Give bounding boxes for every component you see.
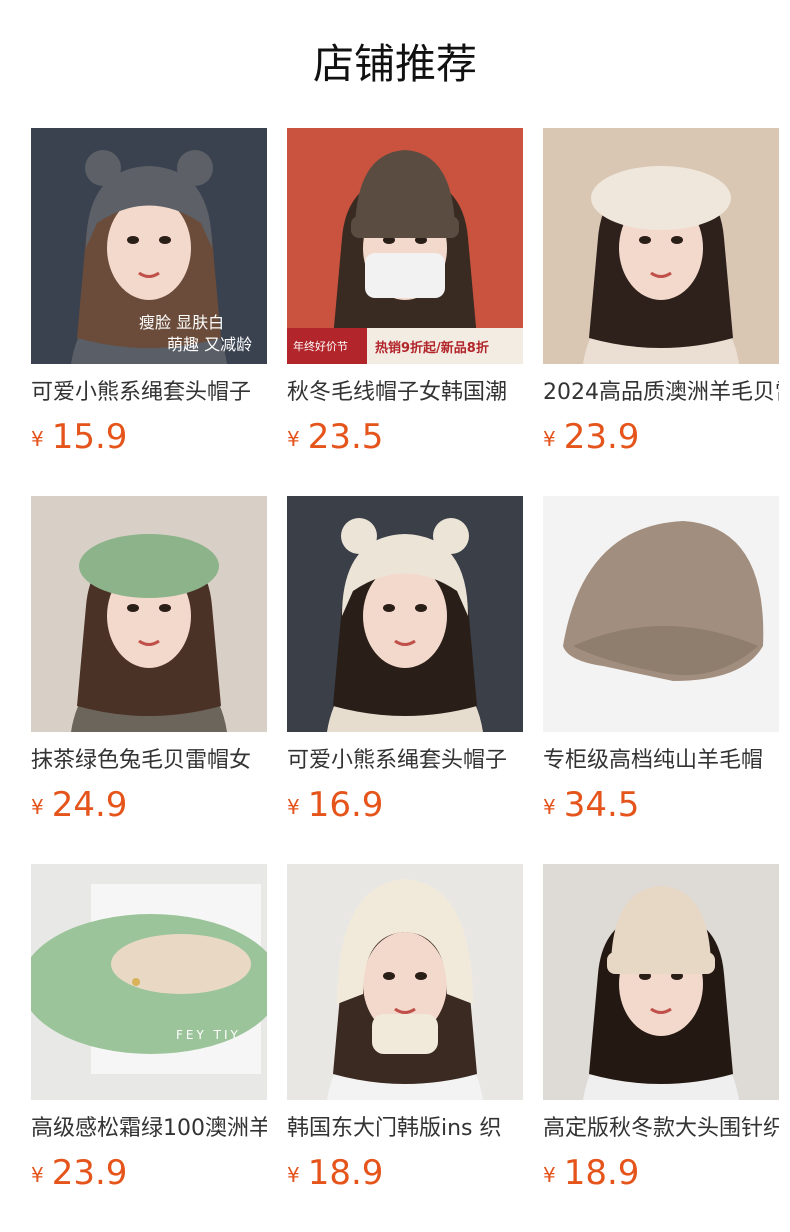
product-price: ¥15.9 (31, 415, 127, 459)
product-image[interactable] (287, 496, 523, 732)
currency-symbol: ¥ (543, 427, 556, 451)
product-price: ¥24.9 (31, 783, 127, 827)
product-price: ¥23.5 (287, 415, 383, 459)
svg-text:瘦脸 显肤白: 瘦脸 显肤白 (139, 313, 224, 332)
product-name[interactable]: 高定版秋冬款大头围针织 (543, 1113, 779, 1145)
price-value: 15.9 (51, 417, 128, 457)
product-name[interactable]: 可爱小熊系绳套头帽子 (31, 377, 267, 409)
product-price: ¥23.9 (543, 415, 639, 459)
product-image[interactable] (543, 496, 779, 732)
price-value: 18.9 (563, 1153, 640, 1193)
price-value: 16.9 (307, 785, 384, 825)
price-value: 24.9 (51, 785, 128, 825)
product-image[interactable]: 年终好价节 热销9折起/新品8折 (287, 128, 523, 364)
svg-text:热销9折起/新品8折: 热销9折起/新品8折 (375, 340, 489, 356)
currency-symbol: ¥ (543, 1163, 556, 1187)
page-title: 店铺推荐 (313, 40, 477, 88)
product-name[interactable]: 高级感松霜绿100澳洲羊毛 (31, 1113, 267, 1145)
product-name[interactable]: 韩国东大门韩版ins 织 (287, 1113, 523, 1145)
product-price: ¥23.9 (31, 1151, 127, 1195)
product-card[interactable]: 抹茶绿色兔毛贝雷帽女 ¥24.9 (31, 496, 267, 836)
product-card[interactable]: 可爱小熊系绳套头帽子 ¥16.9 (287, 496, 523, 836)
currency-symbol: ¥ (31, 427, 44, 451)
product-name[interactable]: 秋冬毛线帽子女韩国潮 (287, 377, 523, 409)
price-value: 34.5 (563, 785, 640, 825)
price-value: 23.5 (307, 417, 384, 457)
product-card[interactable]: FEY TIY 高级感松霜绿100澳洲羊毛 ¥23.9 (31, 864, 267, 1204)
product-name[interactable]: 专柜级高档纯山羊毛帽 (543, 745, 779, 777)
currency-symbol: ¥ (31, 1163, 44, 1187)
price-value: 23.9 (51, 1153, 128, 1193)
product-image[interactable] (31, 496, 267, 732)
product-image[interactable]: FEY TIY (31, 864, 267, 1100)
product-name[interactable]: 可爱小熊系绳套头帽子 (287, 745, 523, 777)
product-card[interactable]: 高定版秋冬款大头围针织 ¥18.9 (543, 864, 779, 1204)
svg-text:萌趣 又减龄: 萌趣 又减龄 (167, 335, 252, 354)
product-price: ¥18.9 (543, 1151, 639, 1195)
currency-symbol: ¥ (287, 1163, 300, 1187)
currency-symbol: ¥ (287, 427, 300, 451)
product-card[interactable]: 韩国东大门韩版ins 织 ¥18.9 (287, 864, 523, 1204)
svg-text:年终好价节: 年终好价节 (293, 339, 348, 353)
product-price: ¥18.9 (287, 1151, 383, 1195)
currency-symbol: ¥ (287, 795, 300, 819)
product-image[interactable] (543, 864, 779, 1100)
product-card[interactable]: 年终好价节 热销9折起/新品8折秋冬毛线帽子女韩国潮 ¥23.5 (287, 128, 523, 468)
product-price: ¥34.5 (543, 783, 639, 827)
product-card[interactable]: 瘦脸 显肤白萌趣 又减龄可爱小熊系绳套头帽子 ¥15.9 (31, 128, 267, 468)
product-name[interactable]: 抹茶绿色兔毛贝雷帽女 (31, 745, 267, 777)
currency-symbol: ¥ (543, 795, 556, 819)
product-image[interactable]: 瘦脸 显肤白萌趣 又减龄 (31, 128, 267, 364)
product-card[interactable]: 专柜级高档纯山羊毛帽 ¥34.5 (543, 496, 779, 836)
product-image[interactable] (543, 128, 779, 364)
price-value: 18.9 (307, 1153, 384, 1193)
product-card[interactable]: 2024高品质澳洲羊毛贝雷帽 ¥23.9 (543, 128, 779, 468)
svg-text:FEY TIY: FEY TIY (176, 1028, 241, 1042)
product-image[interactable] (287, 864, 523, 1100)
product-price: ¥16.9 (287, 783, 383, 827)
product-name[interactable]: 2024高品质澳洲羊毛贝雷帽 (543, 377, 779, 409)
price-value: 23.9 (563, 417, 640, 457)
currency-symbol: ¥ (31, 795, 44, 819)
